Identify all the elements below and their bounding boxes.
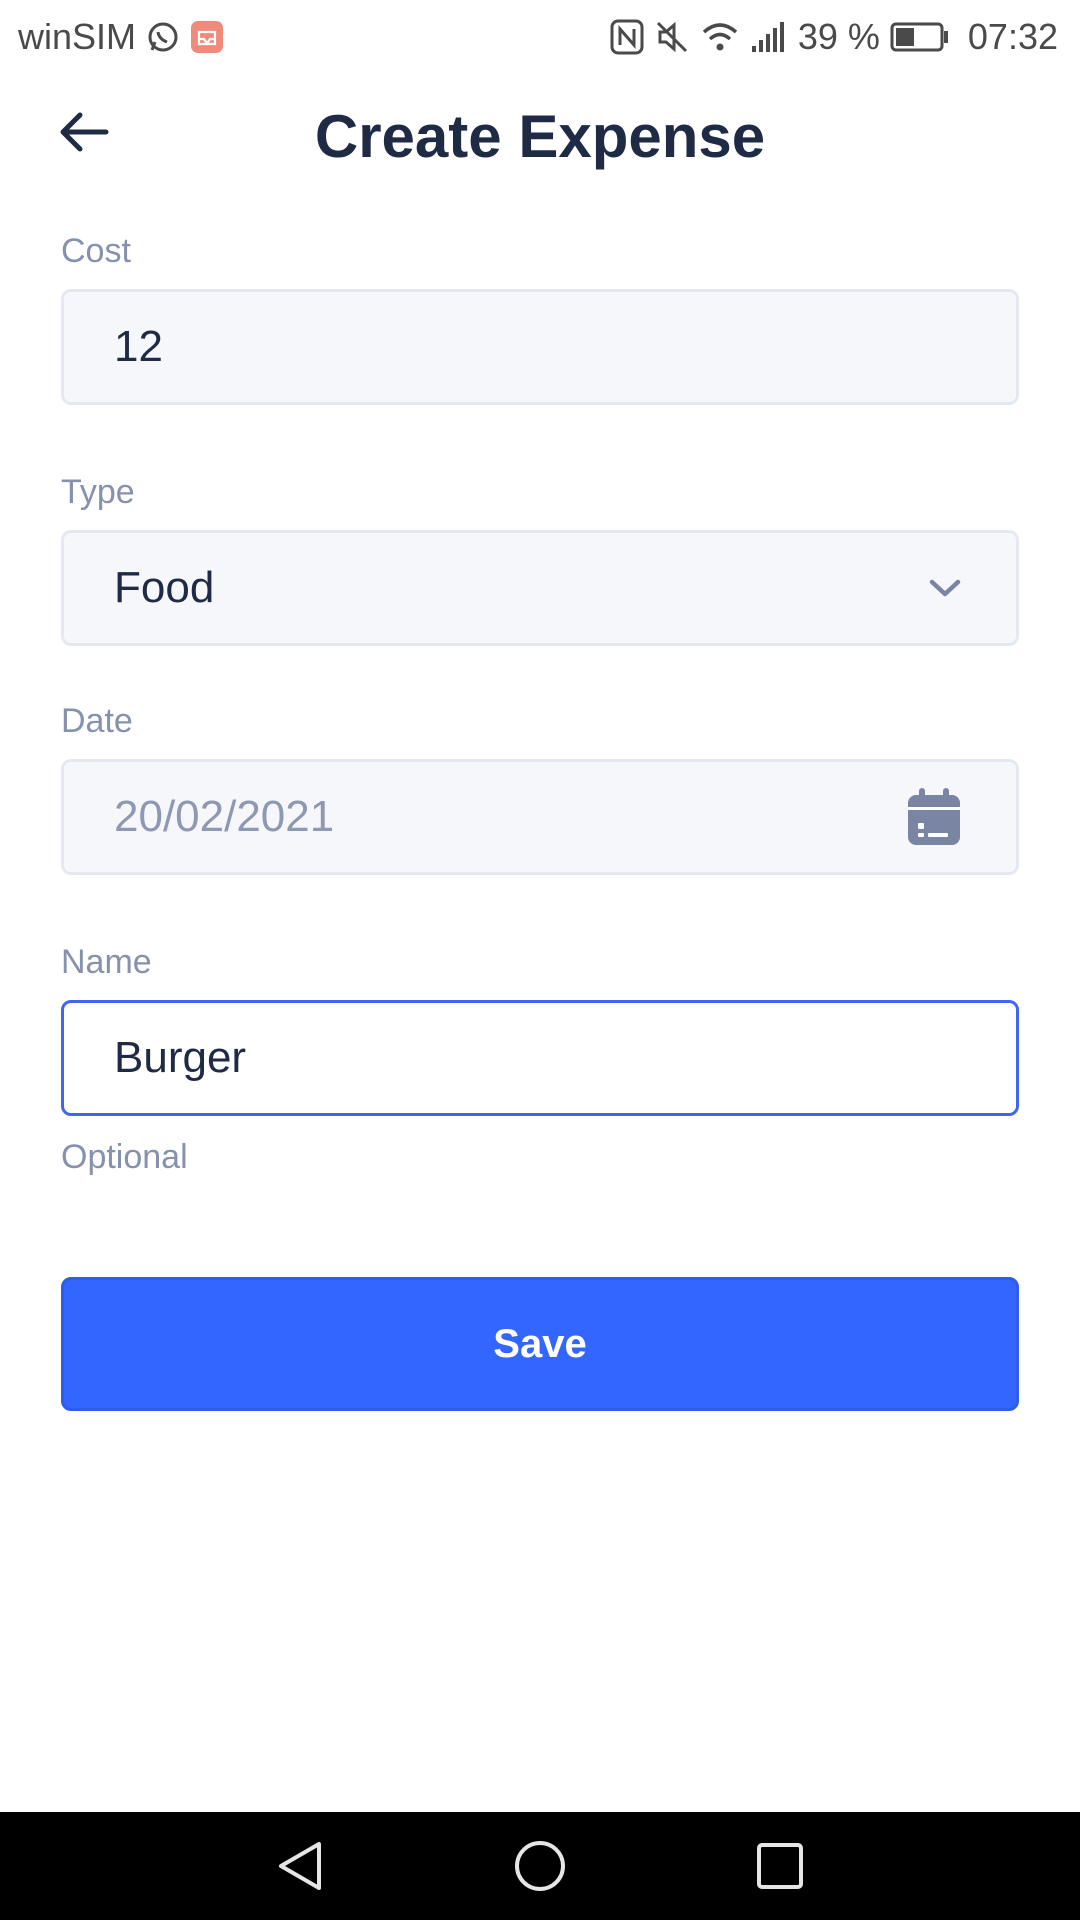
nav-recents-icon[interactable] [755,1841,805,1891]
name-value: Burger [114,1033,247,1082]
nav-back-icon[interactable] [273,1838,325,1894]
status-left: winSIM [18,16,224,58]
save-button[interactable]: Save [61,1277,1019,1411]
page-title: Create Expense [314,103,766,170]
cost-label: Cost [61,232,131,270]
nfc-icon [610,19,644,55]
calendar-icon[interactable] [906,787,962,847]
date-picker[interactable]: 20/02/2021 [61,759,1019,875]
save-button-label: Save [493,1321,587,1366]
cost-input[interactable]: 12 [61,289,1019,405]
date-label: Date [61,702,133,740]
navigation-bar [0,1812,1080,1920]
type-select[interactable]: Food [61,530,1019,646]
whatsapp-icon [146,20,180,54]
type-label: Type [61,473,135,511]
status-bar: winSIM 39 % 07:32 [0,0,1080,74]
mute-icon [654,19,690,55]
carrier-name: winSIM [18,16,137,57]
nav-home-icon[interactable] [512,1838,568,1894]
status-right: 39 % 07:32 [610,16,1058,58]
chevron-down-icon [928,577,962,599]
cost-value: 12 [114,322,163,371]
name-label: Name [61,943,152,981]
signal-icon [750,20,788,54]
name-input[interactable]: Burger [61,1000,1019,1116]
date-value: 20/02/2021 [114,792,335,841]
name-helper-text: Optional [61,1138,188,1176]
clock: 07:32 [967,16,1058,57]
type-value: Food [114,563,215,612]
battery-percentage: 39 % [797,16,880,57]
app-header: Create Expense [0,96,1080,176]
wifi-icon [700,20,740,54]
inbox-notification-icon [190,20,224,54]
battery-icon [890,22,950,52]
